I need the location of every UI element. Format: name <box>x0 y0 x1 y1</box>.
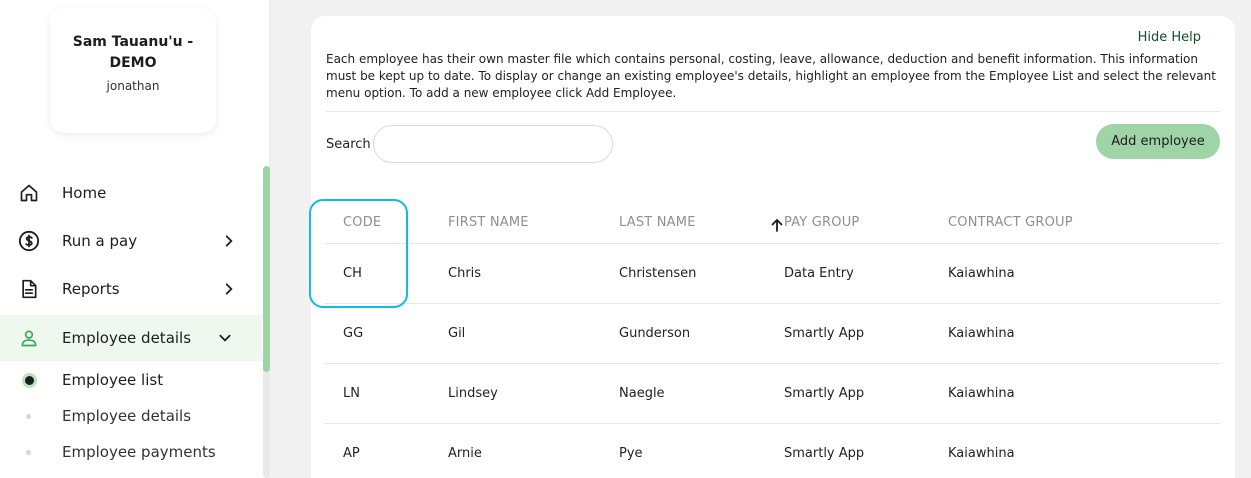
search-label: Search <box>326 137 371 152</box>
cell-pay-group: Smartly App <box>784 446 865 461</box>
subnav-item-employee-details[interactable]: Employee details <box>0 398 262 434</box>
column-header-pay-group[interactable]: PAY GROUP <box>784 215 859 230</box>
cell-pay-group: Smartly App <box>784 326 865 341</box>
sidebar-item-label: Employee details <box>62 329 192 347</box>
cell-code: CH <box>343 266 362 281</box>
profile-card[interactable]: Sam Tauanu'u - DEMO jonathan <box>50 8 216 133</box>
employee-list-panel: Hide Help Each employee has their own ma… <box>311 16 1235 478</box>
subnav-item-label: Employee details <box>62 407 192 425</box>
employee-table: CODE FIRST NAME LAST NAME PAY GROUP CONT… <box>325 200 1220 478</box>
dollar-circle-icon <box>18 230 40 252</box>
subnav-item-label: Employee list <box>62 371 164 389</box>
cell-pay-group: Data Entry <box>784 266 854 281</box>
cell-last-name: Pye <box>619 446 643 461</box>
sidebar-scrollbar-thumb[interactable] <box>263 166 270 372</box>
table-row[interactable]: GG Gil Gunderson Smartly App Kaiawhina <box>325 304 1220 364</box>
search-input[interactable] <box>373 125 613 163</box>
profile-username: jonathan <box>106 79 160 93</box>
cell-last-name: Naegle <box>619 386 665 401</box>
document-icon <box>18 278 40 300</box>
current-indicator-icon <box>25 375 34 385</box>
person-icon <box>18 327 40 349</box>
cell-first-name: Arnie <box>448 446 482 461</box>
chevron-right-icon <box>220 232 238 250</box>
table-row[interactable]: CH Chris Christensen Data Entry Kaiawhin… <box>325 244 1220 304</box>
sidebar-item-run-a-pay[interactable]: Run a pay <box>0 218 262 264</box>
sidebar-item-label: Run a pay <box>62 232 138 250</box>
cell-last-name: Christensen <box>619 266 697 281</box>
cell-contract-group: Kaiawhina <box>948 446 1015 461</box>
sidebar-item-label: Reports <box>62 280 120 298</box>
cell-contract-group: Kaiawhina <box>948 386 1015 401</box>
chevron-right-icon <box>220 280 238 298</box>
cell-first-name: Chris <box>448 266 482 281</box>
cell-contract-group: Kaiawhina <box>948 266 1015 281</box>
profile-name: Sam Tauanu'u - DEMO <box>72 34 194 71</box>
bullet-icon <box>26 413 31 419</box>
sidebar-item-employee-details[interactable]: Employee details <box>0 315 262 361</box>
help-text: Each employee has their own master file … <box>326 52 1216 100</box>
column-header-contract-group[interactable]: CONTRACT GROUP <box>948 215 1073 230</box>
sidebar: Sam Tauanu'u - DEMO jonathan Home Run a … <box>0 0 270 478</box>
sort-ascending-icon[interactable] <box>771 217 783 232</box>
add-employee-button[interactable]: Add employee <box>1096 124 1220 159</box>
table-row[interactable]: LN Lindsey Naegle Smartly App Kaiawhina <box>325 364 1220 424</box>
sidebar-item-label: Home <box>62 184 107 202</box>
subnav-item-label: Employee payments <box>62 443 216 461</box>
cell-code: LN <box>343 386 360 401</box>
cell-pay-group: Smartly App <box>784 386 865 401</box>
sidebar-item-reports[interactable]: Reports <box>0 266 262 312</box>
table-header: CODE FIRST NAME LAST NAME PAY GROUP CONT… <box>325 200 1220 244</box>
sidebar-item-home[interactable]: Home <box>0 170 262 216</box>
column-header-last-name[interactable]: LAST NAME <box>619 215 696 230</box>
cell-first-name: Gil <box>448 326 466 341</box>
cell-contract-group: Kaiawhina <box>948 326 1015 341</box>
hide-help-link[interactable]: Hide Help <box>1138 30 1201 45</box>
cell-last-name: Gunderson <box>619 326 691 341</box>
column-header-code[interactable]: CODE <box>343 215 381 230</box>
subnav-item-employee-payments[interactable]: Employee payments <box>0 434 262 470</box>
subnav-item-employee-list[interactable]: Employee list <box>0 362 262 398</box>
table-row[interactable]: AP Arnie Pye Smartly App Kaiawhina <box>325 424 1220 478</box>
cell-code: GG <box>343 326 364 341</box>
column-header-first-name[interactable]: FIRST NAME <box>448 215 529 230</box>
cell-first-name: Lindsey <box>448 386 498 401</box>
home-icon <box>18 182 40 204</box>
bullet-icon <box>26 449 31 455</box>
divider <box>326 111 1220 112</box>
chevron-down-icon <box>216 329 234 347</box>
cell-code: AP <box>343 446 360 461</box>
